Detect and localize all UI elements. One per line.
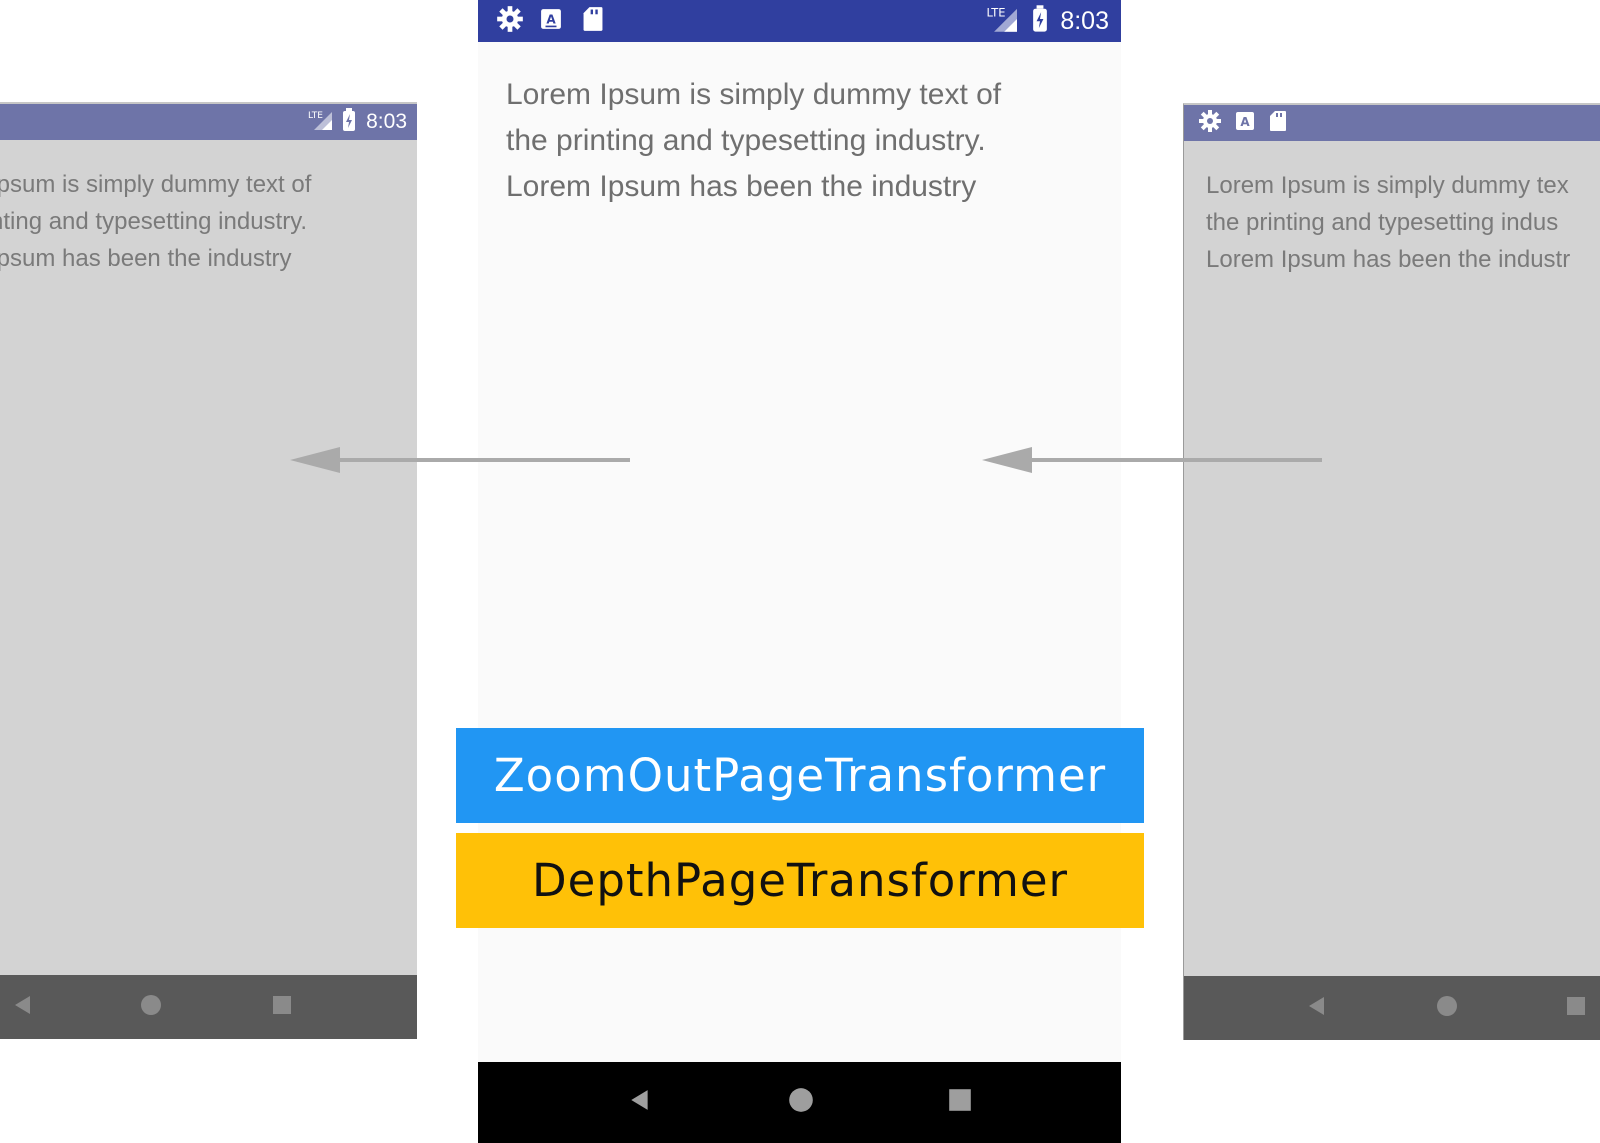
zoom-out-button-label: ZoomOutPageTransformer: [493, 749, 1107, 802]
svg-text:LTE: LTE: [987, 5, 1006, 19]
arrow-left-icon: [290, 447, 630, 473]
text-line: Lorem Ipsum has been the industry: [506, 170, 977, 203]
center-nav-bar: [478, 1062, 1121, 1143]
status-time: 8:03: [366, 110, 407, 133]
a-icon: A: [1235, 111, 1255, 136]
text-line: Ipsum has been the industry: [0, 245, 292, 272]
svg-text:A: A: [546, 12, 556, 26]
signal-icon: LTE: [986, 5, 1020, 38]
left-status-bar: LTE 8:03: [0, 104, 417, 140]
right-nav-bar: [1184, 976, 1600, 1040]
text-line: Lorem Ipsum is simply dummy tex: [1206, 172, 1569, 199]
home-icon[interactable]: [788, 1087, 814, 1118]
depth-transformer-button[interactable]: DepthPageTransformer: [456, 833, 1144, 928]
text-line: the printing and typesetting industry.: [506, 124, 986, 157]
back-icon[interactable]: [12, 994, 34, 1021]
body-text: Lorem Ipsum is simply dummy tex the prin…: [1206, 167, 1570, 278]
recents-icon[interactable]: [272, 995, 292, 1020]
zoom-out-transformer-button[interactable]: ZoomOutPageTransformer: [456, 728, 1144, 823]
sd-card-icon: [582, 6, 604, 37]
a-icon: A: [540, 8, 562, 35]
recents-icon[interactable]: [948, 1088, 972, 1117]
gear-icon: [1198, 109, 1222, 138]
svg-text:A: A: [1240, 115, 1250, 129]
gear-icon: [496, 5, 524, 38]
battery-icon: [342, 107, 356, 137]
back-icon[interactable]: [1306, 995, 1328, 1022]
text-line: the printing and typesetting indus: [1206, 209, 1559, 236]
left-nav-bar: [0, 975, 417, 1039]
right-phone-screen: A L Lorem Ipsum is simply dummy tex the …: [1183, 103, 1600, 1040]
signal-icon: LTE: [308, 109, 334, 136]
center-phone-screen: A LTE 8:03 Lorem Ipsum is simply dummy t…: [478, 0, 1121, 1143]
text-line: Lorem Ipsum is simply dummy text of: [506, 78, 1002, 111]
text-line: nting and typesetting industry.: [0, 208, 308, 235]
sd-card-icon: [1269, 110, 1287, 137]
text-line: Ipsum is simply dummy text of: [0, 171, 312, 198]
text-line: Lorem Ipsum has been the industr: [1206, 246, 1571, 273]
home-icon[interactable]: [1436, 995, 1458, 1022]
recents-icon[interactable]: [1566, 996, 1586, 1021]
body-text: Ipsum is simply dummy text of nting and …: [0, 166, 311, 277]
left-phone-screen: LTE 8:03 Ipsum is simply dummy text of n…: [0, 102, 417, 1039]
home-icon[interactable]: [140, 994, 162, 1021]
back-icon[interactable]: [628, 1087, 652, 1118]
right-status-bar: A L: [1184, 105, 1600, 141]
depth-button-label: DepthPageTransformer: [531, 854, 1069, 907]
battery-icon: [1032, 4, 1048, 38]
status-time: 8:03: [1060, 6, 1109, 35]
body-text: Lorem Ipsum is simply dummy text of the …: [506, 72, 1001, 210]
center-status-bar: A LTE 8:03: [478, 0, 1121, 42]
arrow-left-icon: [982, 447, 1322, 473]
svg-text:LTE: LTE: [308, 111, 323, 121]
